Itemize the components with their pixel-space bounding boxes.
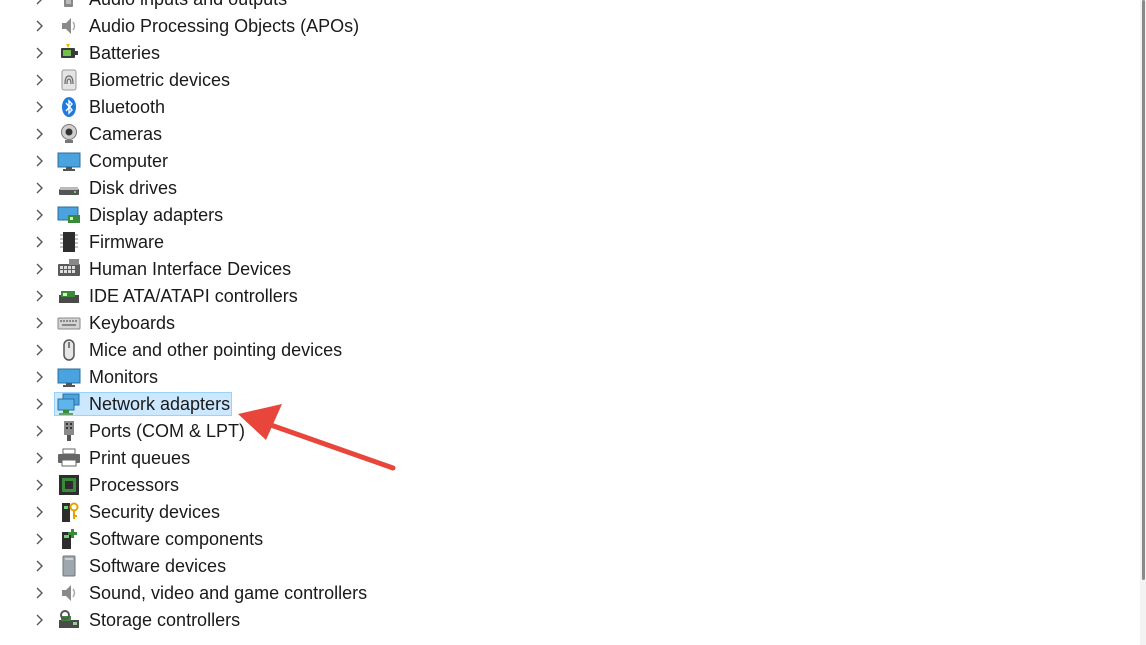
tree-item-label: Biometric devices: [89, 70, 231, 90]
device-tree: Audio inputs and outputs Audio Processin…: [0, 0, 1140, 634]
keyboard-icon: [57, 312, 81, 334]
tree-item-processors[interactable]: Processors: [0, 472, 1140, 499]
monitor-icon: [57, 150, 81, 172]
software-device-icon: [57, 555, 81, 577]
tree-item-label: Human Interface Devices: [89, 259, 292, 279]
tree-item-label: Computer: [89, 151, 169, 171]
tree-item-label: Display adapters: [89, 205, 224, 225]
disk-drive-icon: [57, 177, 81, 199]
port-icon: [57, 420, 81, 442]
chip-icon: [57, 231, 81, 253]
speaker-icon: [57, 0, 81, 10]
tree-item-label: Monitors: [89, 367, 159, 387]
tree-item-audio-inputs[interactable]: Audio inputs and outputs: [0, 0, 1140, 13]
bluetooth-icon: [57, 96, 81, 118]
chevron-right-icon[interactable]: [33, 478, 47, 492]
chevron-right-icon[interactable]: [33, 289, 47, 303]
chevron-right-icon[interactable]: [33, 100, 47, 114]
tree-item-ports[interactable]: Ports (COM & LPT): [0, 418, 1140, 445]
tree-item-display-adapters[interactable]: Display adapters: [0, 202, 1140, 229]
storage-controller-icon: [57, 609, 81, 631]
tree-item-biometric-devices[interactable]: Biometric devices: [0, 67, 1140, 94]
tree-item-label: Storage controllers: [89, 610, 241, 630]
network-adapter-icon: [57, 393, 81, 415]
chevron-right-icon[interactable]: [33, 586, 47, 600]
tree-item-security-devices[interactable]: Security devices: [0, 499, 1140, 526]
tree-item-bluetooth[interactable]: Bluetooth: [0, 94, 1140, 121]
chevron-right-icon[interactable]: [33, 73, 47, 87]
tree-item-label: Security devices: [89, 502, 221, 522]
printer-icon: [57, 447, 81, 469]
tree-item-label: Disk drives: [89, 178, 178, 198]
tree-item-label: Audio Processing Objects (APOs): [89, 16, 360, 36]
chevron-right-icon[interactable]: [33, 559, 47, 573]
processor-icon: [57, 474, 81, 496]
tree-item-label: Audio inputs and outputs: [89, 0, 287, 13]
tree-item-computer[interactable]: Computer: [0, 148, 1140, 175]
chevron-right-icon[interactable]: [33, 154, 47, 168]
chevron-right-icon[interactable]: [33, 181, 47, 195]
ide-controller-icon: [57, 285, 81, 307]
tree-item-firmware[interactable]: Firmware: [0, 229, 1140, 256]
tree-item-batteries[interactable]: Batteries: [0, 40, 1140, 67]
chevron-right-icon[interactable]: [33, 370, 47, 384]
tree-item-cameras[interactable]: Cameras: [0, 121, 1140, 148]
mouse-icon: [57, 339, 81, 361]
tree-item-ide-controllers[interactable]: IDE ATA/ATAPI controllers: [0, 283, 1140, 310]
tree-item-label: Software components: [89, 529, 264, 549]
tree-item-label: Batteries: [89, 43, 161, 63]
tree-item-label: Firmware: [89, 232, 164, 252]
display-adapter-icon: [57, 204, 81, 226]
chevron-right-icon[interactable]: [33, 208, 47, 222]
chevron-right-icon[interactable]: [33, 505, 47, 519]
tree-item-label: Keyboards: [89, 313, 176, 333]
tree-item-disk-drives[interactable]: Disk drives: [0, 175, 1140, 202]
chevron-right-icon[interactable]: [33, 532, 47, 546]
battery-icon: [57, 42, 81, 64]
chevron-right-icon[interactable]: [33, 343, 47, 357]
tree-item-print-queues[interactable]: Print queues: [0, 445, 1140, 472]
speaker-icon: [57, 15, 81, 37]
tree-item-label: Processors: [89, 475, 180, 495]
webcam-icon: [57, 123, 81, 145]
tree-item-software-devices[interactable]: Software devices: [0, 553, 1140, 580]
tree-item-keyboards[interactable]: Keyboards: [0, 310, 1140, 337]
hid-icon: [57, 258, 81, 280]
vertical-scrollbar[interactable]: [1140, 0, 1146, 645]
tree-item-label: Cameras: [89, 124, 163, 144]
speaker-icon: [57, 582, 81, 604]
chevron-right-icon[interactable]: [33, 613, 47, 627]
monitor-icon: [57, 366, 81, 388]
chevron-right-icon[interactable]: [33, 424, 47, 438]
tree-item-label: Mice and other pointing devices: [89, 340, 343, 360]
tree-item-monitors[interactable]: Monitors: [0, 364, 1140, 391]
tree-item-label: Ports (COM & LPT): [89, 421, 246, 441]
tree-item-label: IDE ATA/ATAPI controllers: [89, 286, 298, 306]
tree-item-software-components[interactable]: Software components: [0, 526, 1140, 553]
chevron-right-icon[interactable]: [33, 316, 47, 330]
software-component-icon: [57, 528, 81, 550]
tree-item-label: Bluetooth: [89, 97, 166, 117]
fingerprint-icon: [57, 69, 81, 91]
tree-item-network-adapters[interactable]: Network adapters: [0, 391, 1140, 418]
tree-item-human-interface-devices[interactable]: Human Interface Devices: [0, 256, 1140, 283]
chevron-right-icon[interactable]: [33, 127, 47, 141]
tree-item-label: Print queues: [89, 448, 191, 468]
chevron-right-icon[interactable]: [33, 235, 47, 249]
chevron-right-icon[interactable]: [33, 451, 47, 465]
chevron-right-icon[interactable]: [33, 397, 47, 411]
scrollbar-thumb[interactable]: [1142, 0, 1145, 580]
tree-item-audio-processing-objects[interactable]: Audio Processing Objects (APOs): [0, 13, 1140, 40]
tree-item-mice[interactable]: Mice and other pointing devices: [0, 337, 1140, 364]
security-key-icon: [57, 501, 81, 523]
tree-item-label: Network adapters: [89, 394, 231, 414]
chevron-right-icon[interactable]: [33, 262, 47, 276]
tree-item-label: Software devices: [89, 556, 227, 576]
tree-item-label: Sound, video and game controllers: [89, 583, 368, 603]
chevron-right-icon[interactable]: [33, 0, 47, 6]
chevron-right-icon[interactable]: [33, 19, 47, 33]
tree-item-storage-controllers[interactable]: Storage controllers: [0, 607, 1140, 634]
tree-item-sound-video-game-controllers[interactable]: Sound, video and game controllers: [0, 580, 1140, 607]
chevron-right-icon[interactable]: [33, 46, 47, 60]
